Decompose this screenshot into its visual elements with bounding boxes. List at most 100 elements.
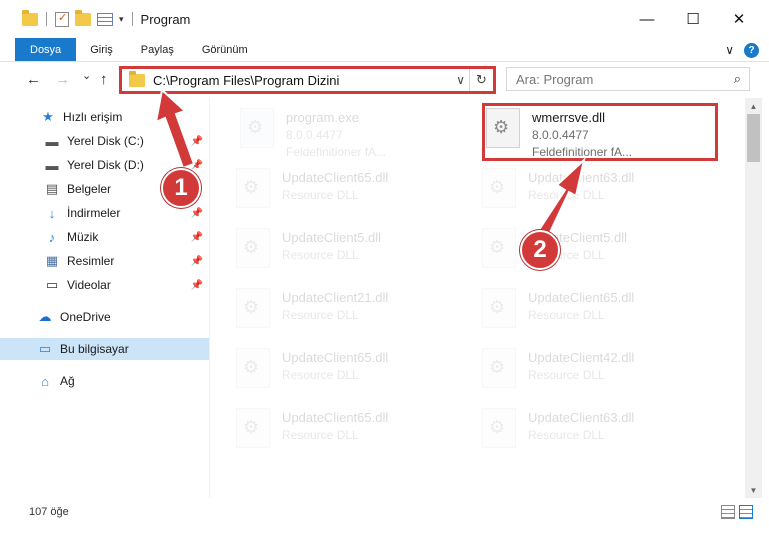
file-type: Resource DLL [282, 308, 359, 322]
list-item[interactable]: UpdateClient65.dll Resource DLL [236, 402, 476, 458]
recent-locations-icon[interactable]: ⌄ [82, 69, 91, 82]
sidebar-item-this-pc[interactable]: ▭ Bu bilgisayar [0, 338, 209, 360]
back-arrow-icon[interactable]: ← [26, 71, 41, 88]
sidebar-item-videos[interactable]: ▭ Videolar 📌 [0, 274, 209, 296]
dll-file-icon [236, 288, 270, 328]
download-icon: ↓ [48, 205, 56, 221]
sidebar-item-label: Bu bilgisayar [60, 342, 129, 356]
pin-icon[interactable]: 📌 [191, 256, 203, 267]
documents-icon: ▤ [45, 181, 59, 196]
list-item[interactable]: program.exe 8.0.0.4477 Feldefinitioner f… [240, 102, 480, 159]
vertical-scrollbar[interactable]: ▲ ▼ [745, 98, 762, 498]
divider [131, 12, 133, 26]
sidebar-item-label: Yerel Disk (D:) [67, 158, 144, 172]
music-icon: ♪ [48, 229, 56, 245]
exe-file-icon [240, 108, 274, 148]
pin-icon[interactable]: 📌 [191, 160, 203, 171]
drive-icon: ▬ [45, 157, 59, 173]
file-name: UpdateClient65.dll [282, 350, 389, 365]
sidebar-item-label: Yerel Disk (C:) [67, 134, 144, 148]
title-bar: ▾ Program — ☐ ✕ [0, 0, 769, 38]
file-type: Resource DLL [528, 368, 605, 382]
dll-file-icon [482, 228, 516, 268]
list-item[interactable]: UpdateClient65.dll Resource DLL [482, 282, 722, 338]
sidebar-item-label: Ağ [60, 374, 75, 388]
address-path[interactable]: C:\Program Files\Program Dizini [153, 73, 339, 88]
list-item[interactable]: UpdateClient21.dll Resource DLL [236, 282, 476, 338]
dll-file-icon [482, 288, 516, 328]
folder-icon [22, 9, 38, 26]
pin-icon[interactable]: 📌 [191, 232, 203, 243]
dll-file-icon [236, 228, 270, 268]
refresh-icon[interactable]: ↻ [469, 69, 493, 91]
dll-file-icon [482, 348, 516, 388]
pin-icon[interactable]: 📌 [191, 136, 203, 147]
help-icon[interactable]: ? [744, 42, 759, 58]
list-item[interactable]: UpdateClient63.dll Resource DLL [482, 162, 722, 218]
quick-access-toolbar: ▾ [0, 9, 135, 27]
sidebar-item-label: Belgeler [67, 182, 112, 196]
file-type: Resource DLL [528, 428, 605, 442]
customize-dropdown-icon[interactable]: ▾ [119, 14, 124, 25]
search-input[interactable]: Ara: Program ⌕ [506, 67, 750, 91]
tab-share[interactable]: Paylaş [127, 38, 188, 61]
file-name: UpdateClient65.dll [282, 410, 389, 425]
status-bar: 107 öğe [0, 500, 769, 524]
sidebar-item-label: Hızlı erişim [63, 110, 123, 124]
dll-file-icon [236, 348, 270, 388]
minimize-button[interactable]: — [624, 0, 670, 38]
scroll-down-arrow-icon[interactable]: ▼ [745, 482, 762, 498]
address-bar[interactable]: C:\Program Files\Program Dizini ∨ ↻ [119, 66, 496, 94]
maximize-button[interactable]: ☐ [670, 0, 716, 38]
computer-icon: ▭ [38, 341, 52, 356]
scroll-up-arrow-icon[interactable]: ▲ [745, 98, 762, 114]
view-menu-icon[interactable] [97, 12, 113, 26]
tab-view[interactable]: Görünüm [188, 38, 262, 61]
file-version: 8.0.0.4477 [286, 128, 343, 142]
sidebar-item-network[interactable]: ⌂ Ağ [0, 370, 209, 392]
list-item[interactable]: UpdateClient65.dll Resource DLL [236, 342, 476, 398]
sidebar-item-music[interactable]: ♪ Müzik 📌 [0, 226, 209, 248]
file-name: program.exe [286, 110, 359, 125]
file-type: Resource DLL [528, 188, 605, 202]
list-item[interactable]: UpdateClient5.dllResource DLL [482, 222, 722, 278]
list-item[interactable]: UpdateClient63.dll Resource DLL [482, 402, 722, 458]
sidebar-item-label: OneDrive [60, 310, 111, 324]
list-item[interactable]: UpdateClient65.dll Resource DLL [236, 162, 476, 218]
file-type: Resource DLL [528, 308, 605, 322]
dll-file-icon [236, 408, 270, 448]
scrollbar-thumb[interactable] [747, 114, 760, 162]
details-view-icon[interactable] [721, 505, 735, 519]
file-highlight-box [482, 103, 718, 161]
tiles-view-icon[interactable] [739, 505, 753, 519]
ribbon-tabs: Dosya Giriş Paylaş Görünüm ∨ ? [0, 38, 769, 62]
up-arrow-icon[interactable]: ↑ [100, 71, 108, 88]
expand-ribbon-icon[interactable]: ∨ [725, 43, 734, 57]
dll-file-icon [482, 408, 516, 448]
sidebar-item-pictures[interactable]: ▦ Resimler 📌 [0, 250, 209, 272]
new-folder-icon[interactable] [75, 9, 91, 26]
file-type: Resource DLL [282, 248, 359, 262]
pin-icon[interactable]: 📌 [191, 280, 203, 291]
sidebar-item-label: Müzik [67, 230, 99, 244]
list-item[interactable]: UpdateClient5.dllResource DLL [236, 222, 476, 278]
dll-file-icon [236, 168, 270, 208]
tab-home[interactable]: Giriş [76, 38, 127, 61]
search-icon[interactable]: ⌕ [734, 71, 741, 87]
tab-file[interactable]: Dosya [15, 38, 77, 61]
list-item[interactable]: UpdateClient42.dll Resource DLL [482, 342, 722, 398]
file-name: UpdateClient63.dll [528, 410, 635, 425]
annotation-badge-1: 1 [161, 168, 201, 208]
navigation-pane: ★ Hızlı erişim ▬ Yerel Disk (C:) 📌 ▬ Yer… [0, 98, 210, 498]
sidebar-item-onedrive[interactable]: ☁ OneDrive [0, 306, 209, 328]
properties-icon[interactable] [55, 11, 69, 27]
address-dropdown-icon[interactable]: ∨ [456, 73, 465, 87]
window-title: Program [140, 11, 191, 27]
forward-arrow-icon[interactable]: → [55, 71, 70, 88]
file-name: UpdateClient21.dll [282, 290, 389, 305]
videos-icon: ▭ [45, 277, 59, 292]
sidebar-item-local-disk-c[interactable]: ▬ Yerel Disk (C:) 📌 [0, 130, 209, 152]
sidebar-item-quick-access[interactable]: ★ Hızlı erişim [0, 106, 209, 128]
close-button[interactable]: ✕ [716, 0, 762, 38]
pin-icon[interactable]: 📌 [191, 208, 203, 219]
